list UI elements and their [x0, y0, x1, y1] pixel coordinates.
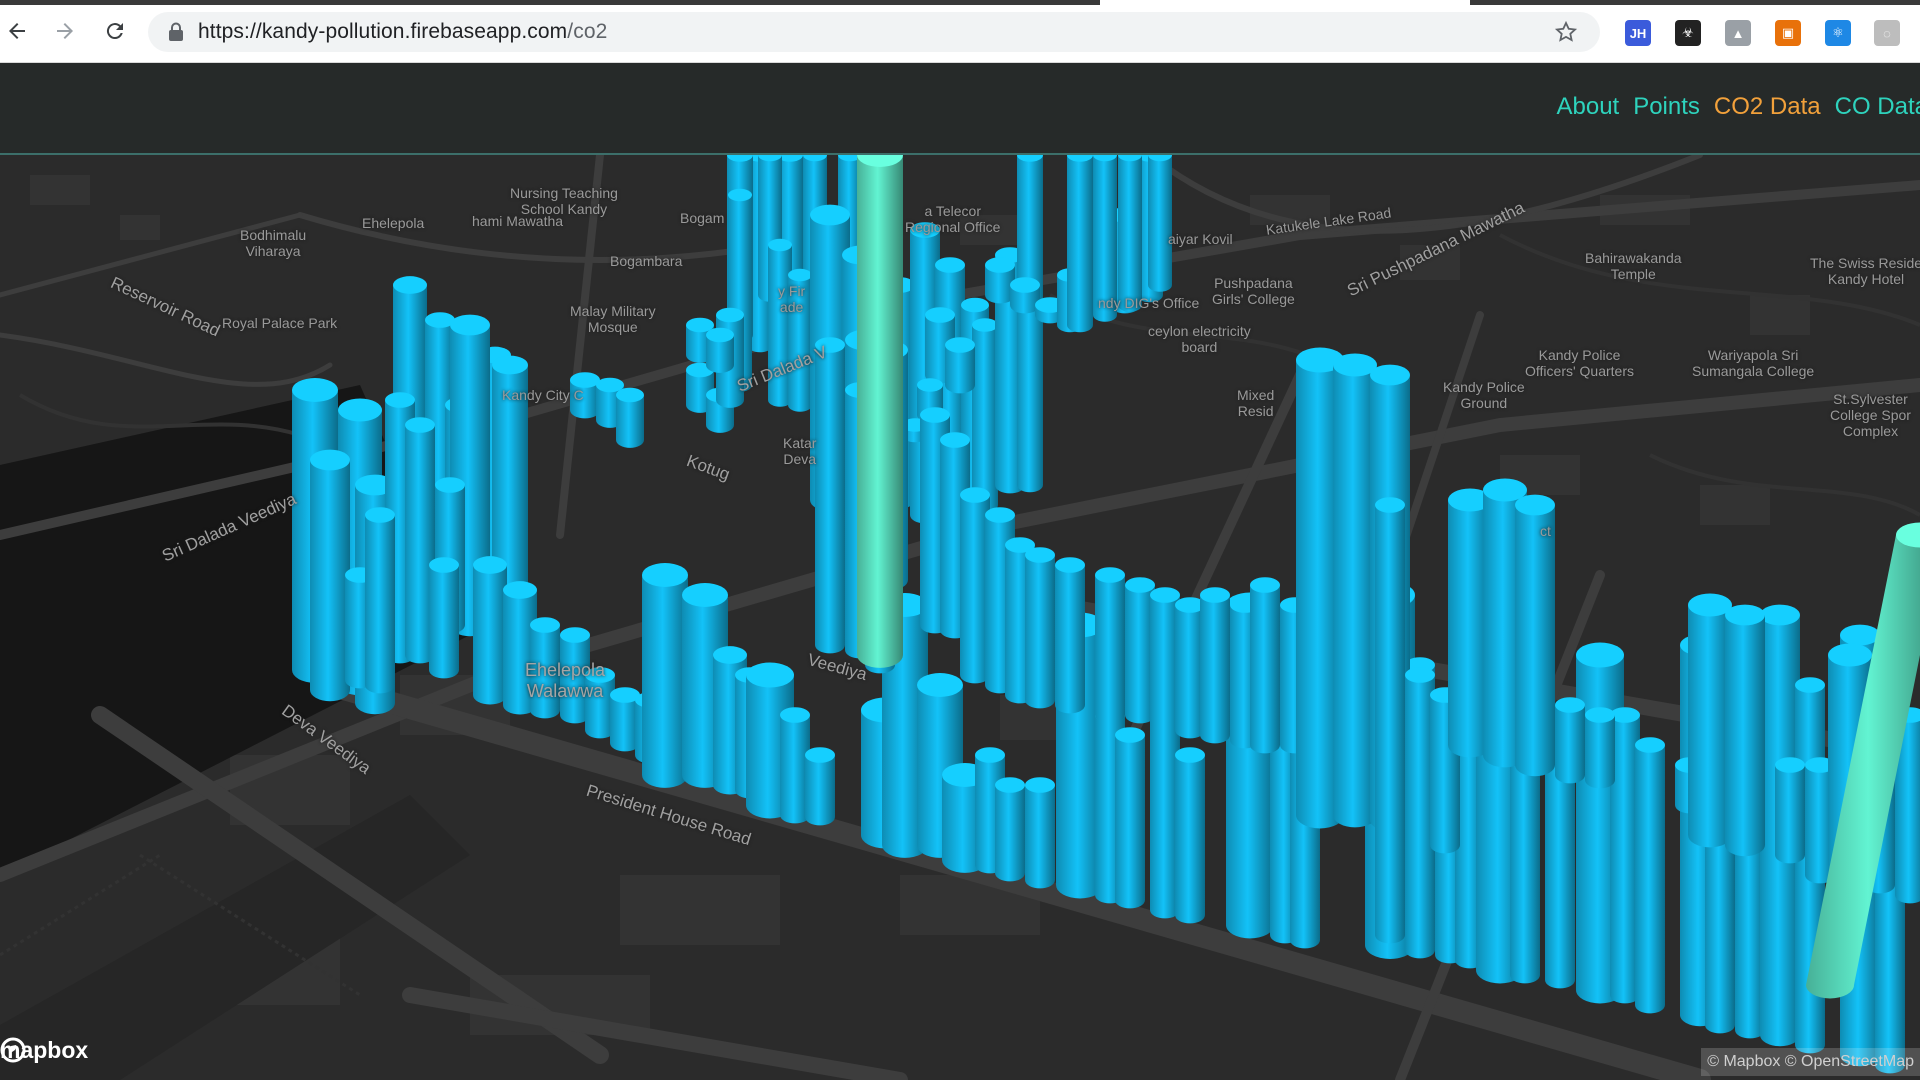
app-navbar: About Points CO2 Data CO Data: [0, 63, 1920, 155]
co2-column: [429, 557, 459, 679]
tab-strip: [0, 0, 1100, 5]
co2-column: [1118, 155, 1142, 312]
label-bogambara: Bogambara: [610, 253, 683, 269]
co2-peak-column: [857, 155, 903, 668]
co2-column: [1635, 737, 1665, 804]
co2-column: [1555, 697, 1585, 784]
co2-column: [1585, 707, 1615, 789]
jh-extension-icon[interactable]: JH: [1625, 20, 1651, 46]
co2-column: [1175, 747, 1205, 924]
label-malay-mosque: Malay Military Mosque: [570, 303, 656, 335]
label-ceylon-electricity: ceylon electricity board: [1148, 323, 1251, 355]
label-swiss: The Swiss Reside Kandy Hotel: [1810, 255, 1920, 287]
nav-about-link[interactable]: About: [1556, 93, 1619, 121]
forward-button[interactable]: [50, 16, 80, 46]
label-mixed: Mixed Resid: [1237, 387, 1275, 419]
reload-icon: [106, 23, 123, 40]
label-ehelepola-walawwa: Ehelepola Walawwa: [525, 660, 606, 701]
forward-arrow-icon: [57, 23, 73, 39]
co2-column: [365, 507, 395, 694]
label-telecom: a Telecor Regional Office: [905, 203, 1001, 235]
url-path: /co2: [567, 20, 608, 43]
co2-column: [473, 556, 507, 705]
label-royal-palace-park: Royal Palace Park: [222, 315, 338, 331]
co2-column: [706, 327, 734, 373]
co2-column: [972, 318, 998, 513]
label-ct: ct: [1540, 523, 1551, 539]
address-bar[interactable]: https://kandy-pollution.firebaseapp.com/…: [148, 12, 1600, 52]
reload-button[interactable]: [100, 16, 130, 46]
image-extension-icon[interactable]: ▣: [1775, 20, 1801, 46]
back-button[interactable]: [2, 16, 32, 46]
label-dig-office: ndy DIG's Office: [1098, 295, 1200, 311]
label-wariyapola: Wariyapola Sri Sumangala College: [1692, 347, 1815, 379]
nav-co2-link[interactable]: CO2 Data: [1714, 93, 1821, 121]
profile-extension-icon[interactable]: ◌: [1874, 20, 1900, 46]
map-base-layer: [0, 155, 1920, 1080]
co2-column: [1115, 727, 1145, 909]
star-icon: [1554, 20, 1578, 42]
co2-column: [310, 449, 350, 702]
label-bahirawakanda: Bahirawakanda Temple: [1585, 250, 1682, 282]
biohazard-extension-icon[interactable]: ☣: [1675, 20, 1701, 46]
nav-points-link[interactable]: Points: [1633, 93, 1700, 121]
co2-column: [1025, 777, 1055, 889]
label-ehelepola: Ehelepola: [362, 215, 425, 231]
mapbox-logo-icon: [0, 1037, 26, 1063]
co2-column: [1067, 155, 1093, 333]
label-police-quarters: Kandy Police Officers' Quarters: [1525, 347, 1634, 379]
co2-column: [815, 337, 845, 654]
co2-column: [1775, 757, 1805, 864]
url-host: https://kandy-pollution.firebaseapp.com: [198, 20, 568, 43]
back-arrow-icon: [9, 23, 25, 39]
co2-column: [805, 747, 835, 826]
label-bodhimalu: Bodhimalu Viharaya: [240, 227, 307, 259]
map-attribution[interactable]: © Mapbox © OpenStreetMap: [1701, 1048, 1920, 1076]
label-bogam: Bogam: [680, 210, 725, 226]
co2-column: [1375, 497, 1405, 944]
tab-strip-right: [1470, 0, 1920, 5]
drive-extension-icon[interactable]: ▲: [1725, 20, 1751, 46]
co2-column: [1055, 557, 1085, 714]
mapbox-logo[interactable]: mapbox: [0, 1037, 88, 1064]
nav-co-link[interactable]: CO Data: [1835, 93, 1920, 121]
co2-column: [1017, 155, 1043, 493]
co2-column: [1025, 547, 1055, 709]
label-katar: Katar Deva: [783, 435, 817, 467]
lock-icon: [169, 22, 183, 41]
label-hami-mawatha: hami Mawatha: [472, 213, 564, 229]
label-pushpadana-college: Pushpadana Girls' College: [1212, 275, 1295, 307]
co2-column: [995, 777, 1025, 882]
co2-column: [1250, 577, 1280, 754]
co2-column: [1725, 604, 1765, 857]
co2-column: [616, 387, 644, 448]
co2-column: [1148, 155, 1172, 292]
label-kandy-police: Kandy Police Ground: [1443, 379, 1525, 411]
label-sylvester: St.Sylvester College Spor Complex: [1830, 391, 1911, 439]
url-text: https://kandy-pollution.firebaseapp.com/…: [198, 20, 607, 44]
label-kandy-city: Kandy City C: [502, 387, 584, 403]
map-canvas[interactable]: Nursing Teaching School Kandy Bodhimalu Vih…: [0, 155, 1920, 1080]
browser-toolbar: https://kandy-pollution.firebaseapp.com/…: [0, 0, 1920, 63]
bookmark-star-button[interactable]: [1554, 20, 1578, 49]
label-fire-brigade: y Fir ade: [778, 283, 806, 315]
co2-column: [1095, 567, 1125, 724]
label-kovil: aiyar Kovil: [1168, 231, 1233, 247]
co2-column: [642, 563, 688, 788]
co2-column: [1200, 587, 1230, 744]
co2-column: [945, 337, 975, 394]
nav-links: About Points CO2 Data CO Data: [1556, 93, 1920, 121]
react-extension-icon[interactable]: ⚛: [1825, 20, 1851, 46]
